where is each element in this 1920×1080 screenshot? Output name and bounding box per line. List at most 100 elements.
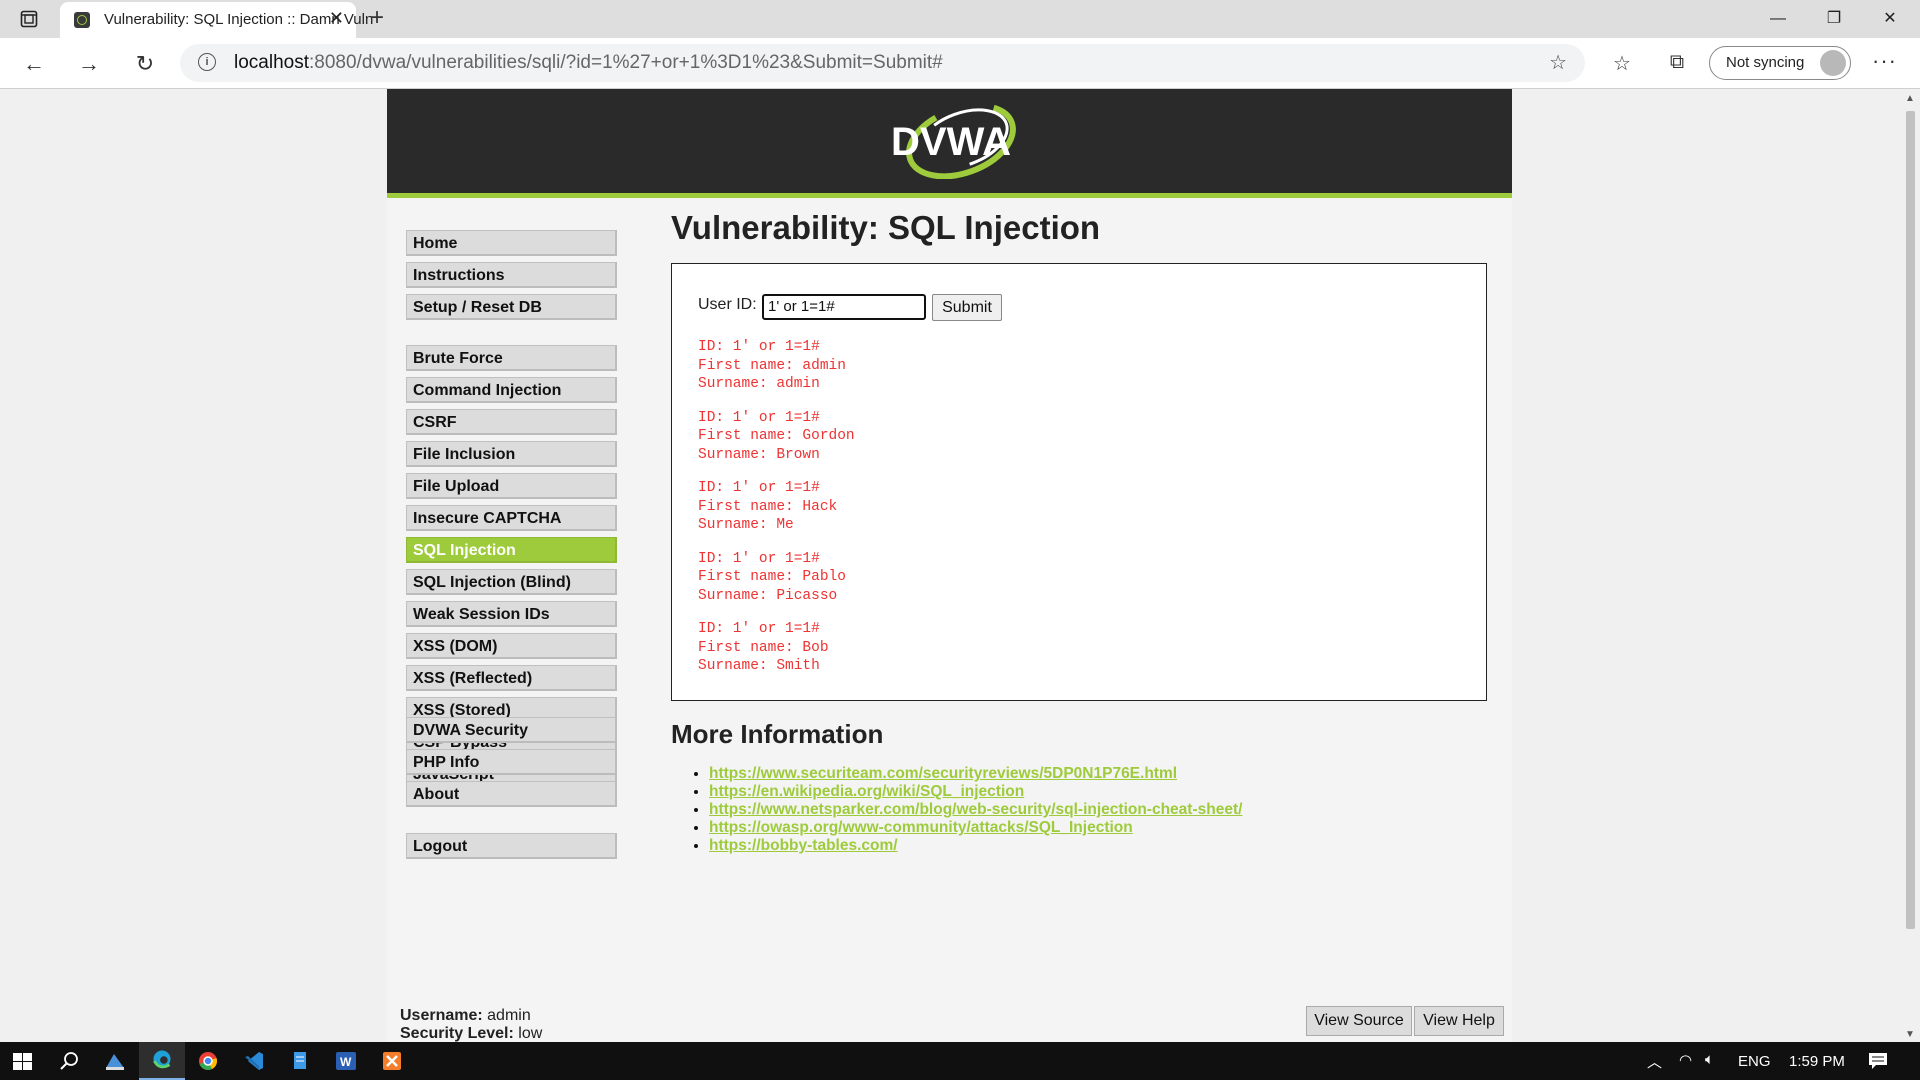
reference-link[interactable]: https://en.wikipedia.org/wiki/SQL_inject…	[709, 783, 1024, 800]
list-item: https://owasp.org/www-community/attacks/…	[709, 819, 1242, 837]
menu-item-setup-reset-db[interactable]: Setup / Reset DB	[406, 294, 617, 320]
result-surname: Surname: Picasso	[698, 587, 838, 604]
show-hidden-icons-icon[interactable]: ︿	[1647, 1051, 1662, 1072]
notifications-icon[interactable]	[1868, 1052, 1888, 1070]
favorites-icon[interactable]: ☆	[1609, 51, 1635, 76]
result-surname: Surname: Me	[698, 517, 794, 533]
refresh-icon[interactable]: ↻	[132, 51, 158, 77]
list-item: https://en.wikipedia.org/wiki/SQL_inject…	[709, 783, 1242, 801]
footer-username: Username: admin	[400, 1007, 531, 1025]
result-id: ID: 1' or 1=1#	[698, 409, 820, 426]
new-tab-icon[interactable]: +	[370, 4, 384, 32]
more-icon[interactable]: ···	[1872, 48, 1897, 74]
menu-item-about[interactable]: About	[406, 781, 617, 807]
vscode-icon[interactable]	[231, 1042, 277, 1080]
back-icon[interactable]: ←	[21, 51, 47, 77]
volume-icon[interactable]: 🔈︎	[1705, 1051, 1714, 1068]
tab-actions-icon[interactable]	[20, 10, 38, 28]
user-id-label: User ID:	[698, 296, 757, 313]
menu-item-sql-injection[interactable]: SQL Injection	[406, 537, 617, 563]
restore-icon[interactable]: ❐	[1806, 0, 1862, 38]
app-icon[interactable]	[92, 1042, 138, 1080]
sync-label: Not syncing	[1726, 54, 1805, 71]
address-bar-row: ← → ↻ i localhost:8080/dvwa/vulnerabilit…	[0, 38, 1920, 89]
menu-item-csrf[interactable]: CSRF	[406, 409, 617, 435]
security-level-value: low	[518, 1025, 543, 1042]
more-information-links: https://www.securiteam.com/securityrevie…	[689, 765, 1242, 855]
result-surname: Surname: Smith	[698, 658, 820, 674]
view-help-button[interactable]: View Help	[1414, 1006, 1504, 1036]
list-item: https://bobby-tables.com/	[709, 837, 1242, 855]
xampp-icon[interactable]	[369, 1042, 415, 1080]
result-first: First name: Gordon	[698, 428, 855, 444]
chrome-icon[interactable]	[185, 1042, 231, 1080]
more-information-heading: More Information	[671, 719, 884, 749]
reference-link[interactable]: https://www.netsparker.com/blog/web-secu…	[709, 801, 1242, 818]
svg-text:DVWA: DVWA	[891, 120, 1011, 164]
list-item: https://www.securiteam.com/securityrevie…	[709, 765, 1242, 783]
menu-item-insecure-captcha[interactable]: Insecure CAPTCHA	[406, 505, 617, 531]
scroll-down-icon[interactable]: ▼	[1905, 1029, 1915, 1040]
reference-link[interactable]: https://www.securiteam.com/securityrevie…	[709, 765, 1177, 782]
reference-link[interactable]: https://owasp.org/www-community/attacks/…	[709, 819, 1133, 836]
scroll-up-icon[interactable]: ▲	[1905, 93, 1915, 104]
dvwa-header: DVWA	[387, 89, 1512, 198]
add-favorite-icon[interactable]: ☆	[1549, 50, 1567, 75]
url-text[interactable]: localhost:8080/dvwa/vulnerabilities/sqli…	[234, 52, 943, 74]
windows-start-icon[interactable]	[0, 1042, 46, 1080]
menu-item-brute-force[interactable]: Brute Force	[406, 345, 617, 371]
menu-item-sql-injection-blind[interactable]: SQL Injection (Blind)	[406, 569, 617, 595]
network-icon[interactable]: ◠	[1679, 1051, 1692, 1069]
close-tab-icon[interactable]: ✕	[329, 8, 344, 29]
submit-button[interactable]: Submit	[932, 294, 1002, 321]
menu-item-instructions[interactable]: Instructions	[406, 262, 617, 288]
menu-item-file-upload[interactable]: File Upload	[406, 473, 617, 499]
menu-item-home[interactable]: Home	[406, 230, 617, 256]
result-id: ID: 1' or 1=1#	[698, 480, 820, 496]
reference-link[interactable]: https://bobby-tables.com/	[709, 837, 898, 854]
url-host: localhost	[234, 52, 309, 73]
menu-item-command-injection[interactable]: Command Injection	[406, 377, 617, 403]
language-indicator[interactable]: ENG	[1738, 1053, 1771, 1070]
url-path: :8080/dvwa/vulnerabilities/sqli/?id=1%27…	[309, 52, 943, 73]
word-icon[interactable]: W	[323, 1042, 369, 1080]
username-label: Username:	[400, 1007, 483, 1024]
sync-profile-button[interactable]: Not syncing	[1709, 46, 1851, 80]
menu-item-file-inclusion[interactable]: File Inclusion	[406, 441, 617, 467]
security-level-label: Security Level:	[400, 1025, 514, 1042]
result-surname: Surname: admin	[698, 376, 820, 392]
scrollbar-thumb[interactable]	[1906, 111, 1915, 929]
close-window-icon[interactable]: ✕	[1862, 0, 1918, 38]
collections-icon[interactable]: ⧉	[1664, 51, 1690, 74]
result-first: First name: admin	[698, 357, 846, 374]
result-id: ID: 1' or 1=1#	[698, 339, 820, 355]
edge-icon[interactable]	[139, 1042, 185, 1080]
menu-item-xss-dom[interactable]: XSS (DOM)	[406, 633, 617, 659]
svg-text:W: W	[340, 1055, 352, 1069]
url-field[interactable]: i localhost:8080/dvwa/vulnerabilities/sq…	[180, 44, 1585, 82]
dvwa-favicon	[74, 12, 90, 28]
menu-item-dvwa-security[interactable]: DVWA Security	[406, 717, 617, 743]
result-first: First name: Pablo	[698, 569, 846, 585]
result-surname: Surname: Brown	[698, 446, 820, 463]
forward-icon[interactable]: →	[76, 51, 102, 77]
windows-taskbar: W ︿ ◠ 🔈︎ ENG 1:59 PM	[0, 1042, 1920, 1080]
notepad-icon[interactable]	[277, 1042, 323, 1080]
result-first: First name: Hack	[698, 498, 838, 515]
info-icon[interactable]: i	[198, 53, 216, 71]
menu-item-weak-session-ids[interactable]: Weak Session IDs	[406, 601, 617, 627]
result-id: ID: 1' or 1=1#	[698, 621, 820, 637]
profile-icon	[1820, 50, 1846, 76]
menu-item-xss-reflected[interactable]: XSS (Reflected)	[406, 665, 617, 691]
minimize-icon[interactable]: —	[1750, 0, 1806, 38]
search-icon[interactable]	[46, 1042, 92, 1080]
view-source-button[interactable]: View Source	[1306, 1006, 1412, 1036]
active-tab[interactable]: Vulnerability: SQL Injection :: Damn Vul…	[60, 2, 374, 38]
menu-item-php-info[interactable]: PHP Info	[406, 749, 617, 775]
browser-tab-bar: Vulnerability: SQL Injection :: Damn Vul…	[0, 0, 1920, 38]
menu-item-logout[interactable]: Logout	[406, 833, 617, 859]
user-id-input[interactable]: 1' or 1=1#	[762, 294, 926, 320]
clock[interactable]: 1:59 PM	[1789, 1053, 1845, 1070]
vulnerable-code-area: User ID: 1' or 1=1# Submit ID: 1' or 1=1…	[671, 263, 1487, 701]
page-scrollbar[interactable]: ▲ ▼	[1901, 89, 1920, 1042]
